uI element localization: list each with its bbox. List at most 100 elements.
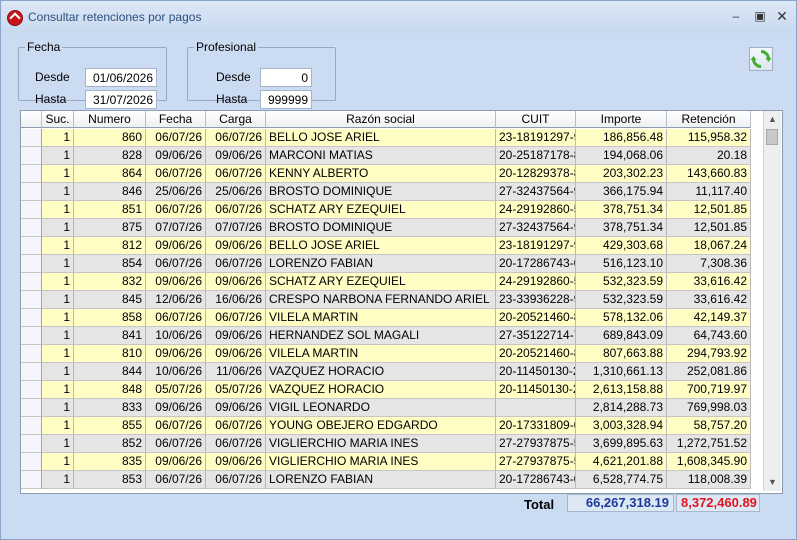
maximize-icon[interactable]: ▣ — [751, 7, 769, 25]
cell-importe: 203,302.23 — [576, 165, 667, 183]
cell-carga: 06/07/26 — [206, 435, 266, 453]
table-row[interactable]: 1 875 07/07/26 07/07/26 BROSTO DOMINIQUE 27-3… — [21, 219, 763, 237]
table-row[interactable]: 1 855 06/07/26 06/07/26 YOUNG OBEJERO EDGARD… — [21, 417, 763, 435]
cell-retencion: 33,616.42 — [667, 291, 751, 309]
vertical-scrollbar[interactable]: ▲ ▼ — [763, 111, 781, 491]
total-importe: 66,267,318.19 — [567, 494, 674, 512]
cell-carga: 07/07/26 — [206, 219, 266, 237]
cell-cuit: 20-20521460-8 — [496, 309, 576, 327]
cell-carga: 11/06/26 — [206, 363, 266, 381]
cell-fecha: 06/07/26 — [146, 255, 206, 273]
cell-razon-social: KENNY ALBERTO — [266, 165, 496, 183]
cell-retencion: 143,660.83 — [667, 165, 751, 183]
column-header-fecha[interactable]: Fecha — [146, 111, 206, 128]
cell-razon-social: YOUNG OBEJERO EDGARDO — [266, 417, 496, 435]
cell-importe: 6,528,774.75 — [576, 471, 667, 489]
table-row[interactable]: 1 860 06/07/26 06/07/26 BELLO JOSE ARIEL 23-1… — [21, 129, 763, 147]
column-header-suc[interactable]: Suc. — [42, 111, 74, 128]
cell-suc: 1 — [42, 183, 74, 201]
cell-cuit: 20-17286743-0 — [496, 255, 576, 273]
column-header-cuit[interactable]: CUIT — [496, 111, 576, 128]
cell-razon-social: LORENZO FABIAN — [266, 255, 496, 273]
table-row[interactable]: 1 864 06/07/26 06/07/26 KENNY ALBERTO 20-1282… — [21, 165, 763, 183]
row-indicator — [21, 183, 42, 201]
cell-retencion: 11,117.40 — [667, 183, 751, 201]
cell-numero: 812 — [74, 237, 146, 255]
cell-cuit: 23-33936228-9 — [496, 291, 576, 309]
cell-numero: 841 — [74, 327, 146, 345]
table-row[interactable]: 1 828 09/06/26 09/06/26 MARCONI MATIAS 20-251… — [21, 147, 763, 165]
table-row[interactable]: 1 846 25/06/26 25/06/26 BROSTO DOMINIQUE 27-3… — [21, 183, 763, 201]
cell-numero: 846 — [74, 183, 146, 201]
table-row[interactable]: 1 858 06/07/26 06/07/26 VILELA MARTIN 20-2052… — [21, 309, 763, 327]
table-row[interactable]: 1 832 09/06/26 09/06/26 SCHATZ ARY EZEQUIEL 2… — [21, 273, 763, 291]
close-icon[interactable]: ✕ — [773, 7, 791, 25]
cell-importe: 429,303.68 — [576, 237, 667, 255]
cell-cuit: 20-25187178-8 — [496, 147, 576, 165]
cell-suc: 1 — [42, 291, 74, 309]
cell-retencion: 252,081.86 — [667, 363, 751, 381]
cell-razon-social: SCHATZ ARY EZEQUIEL — [266, 273, 496, 291]
cell-carga: 06/07/26 — [206, 165, 266, 183]
profesional-hasta-input[interactable] — [260, 90, 312, 109]
window-title: Consultar retenciones por pagos — [28, 10, 202, 24]
minimize-icon[interactable]: – — [727, 7, 745, 25]
row-indicator — [21, 435, 42, 453]
cell-importe: 378,751.34 — [576, 219, 667, 237]
column-header-razon-social[interactable]: Razón social — [266, 111, 496, 128]
table-row[interactable]: 1 841 10/06/26 09/06/26 HERNANDEZ SOL MAGALI… — [21, 327, 763, 345]
column-header-retencion[interactable]: Retención — [667, 111, 751, 128]
table-row[interactable]: 1 854 06/07/26 06/07/26 LORENZO FABIAN 20-172… — [21, 255, 763, 273]
cell-suc: 1 — [42, 381, 74, 399]
fecha-hasta-input[interactable] — [85, 90, 157, 109]
cell-cuit: 24-29192860-5 — [496, 273, 576, 291]
cell-carga: 09/06/26 — [206, 399, 266, 417]
cell-importe: 532,323.59 — [576, 291, 667, 309]
table-row[interactable]: 1 810 09/06/26 09/06/26 VILELA MARTIN 20-2052… — [21, 345, 763, 363]
cell-razon-social: BROSTO DOMINIQUE — [266, 183, 496, 201]
cell-carga: 06/07/26 — [206, 201, 266, 219]
cell-numero: 852 — [74, 435, 146, 453]
table-row[interactable]: 1 853 06/07/26 06/07/26 LORENZO FABIAN 20-172… — [21, 471, 763, 489]
cell-suc: 1 — [42, 255, 74, 273]
fecha-desde-input[interactable] — [85, 68, 157, 87]
cell-suc: 1 — [42, 363, 74, 381]
cell-numero: 828 — [74, 147, 146, 165]
cell-carga: 16/06/26 — [206, 291, 266, 309]
profesional-desde-input[interactable] — [260, 68, 312, 87]
scroll-thumb[interactable] — [766, 129, 778, 145]
table-row[interactable]: 1 812 09/06/26 09/06/26 BELLO JOSE ARIEL 23-1… — [21, 237, 763, 255]
cell-fecha: 06/07/26 — [146, 471, 206, 489]
column-header-carga[interactable]: Carga — [206, 111, 266, 128]
cell-carga: 06/07/26 — [206, 417, 266, 435]
cell-retencion: 33,616.42 — [667, 273, 751, 291]
row-indicator — [21, 147, 42, 165]
table-row[interactable]: 1 833 09/06/26 09/06/26 VIGIL LEONARDO 2,814,… — [21, 399, 763, 417]
cell-suc: 1 — [42, 435, 74, 453]
cell-importe: 578,132.06 — [576, 309, 667, 327]
row-indicator — [21, 201, 42, 219]
column-header-numero[interactable]: Numero — [74, 111, 146, 128]
cell-retencion: 12,501.85 — [667, 219, 751, 237]
row-indicator — [21, 165, 42, 183]
cell-razon-social: BROSTO DOMINIQUE — [266, 219, 496, 237]
scroll-up-icon[interactable]: ▲ — [764, 111, 781, 128]
scroll-down-icon[interactable]: ▼ — [764, 474, 781, 491]
table-row[interactable]: 1 835 09/06/26 09/06/26 VIGLIERCHIO MARIA IN… — [21, 453, 763, 471]
cell-importe: 2,814,288.73 — [576, 399, 667, 417]
table-row[interactable]: 1 852 06/07/26 06/07/26 VIGLIERCHIO MARIA IN… — [21, 435, 763, 453]
refresh-icon[interactable] — [749, 47, 773, 71]
table-row[interactable]: 1 851 06/07/26 06/07/26 SCHATZ ARY EZEQUIEL 2… — [21, 201, 763, 219]
cell-razon-social: VIGIL LEONARDO — [266, 399, 496, 417]
cell-importe: 366,175.94 — [576, 183, 667, 201]
cell-razon-social: LORENZO FABIAN — [266, 471, 496, 489]
table-row[interactable]: 1 844 10/06/26 11/06/26 VAZQUEZ HORACIO 20-11… — [21, 363, 763, 381]
table-row[interactable]: 1 848 05/07/26 05/07/26 VAZQUEZ HORACIO 20-11… — [21, 381, 763, 399]
cell-numero: 845 — [74, 291, 146, 309]
cell-cuit: 24-29192860-5 — [496, 201, 576, 219]
cell-suc: 1 — [42, 237, 74, 255]
retenciones-grid[interactable]: Suc. Numero Fecha Carga Razón social CUIT Impo… — [20, 110, 783, 494]
column-header-importe[interactable]: Importe — [576, 111, 667, 128]
fecha-desde-label: Desde — [35, 70, 70, 84]
table-row[interactable]: 1 845 12/06/26 16/06/26 CRESPO NARBONA FERNA… — [21, 291, 763, 309]
